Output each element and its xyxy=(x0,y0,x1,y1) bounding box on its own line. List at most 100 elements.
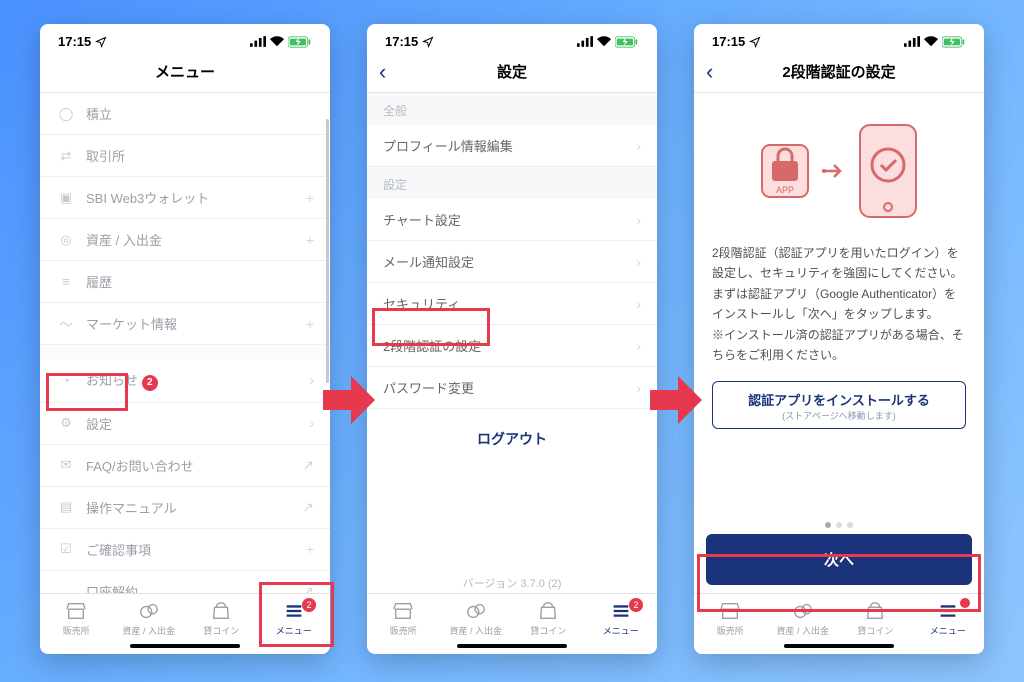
tab-sales[interactable]: 販売所 xyxy=(694,600,767,637)
exchange-icon: ⇄ xyxy=(56,148,76,164)
settings-security[interactable]: セキュリティ› xyxy=(367,283,657,325)
tab-assets[interactable]: 資産 / 入出金 xyxy=(767,600,840,637)
screen-2fa-setup: 17:15 ‹ 2段階認証の設定 APP 2段階認証（認証アプリを用いたログイン… xyxy=(694,24,984,654)
coins-icon: ◎ xyxy=(56,232,76,248)
title-bar: ‹ 2段階認証の設定 xyxy=(694,53,984,93)
status-bar: 17:15 xyxy=(367,24,657,53)
status-time: 17:15 xyxy=(712,34,745,49)
menu-list: ◯積立 ⇄取引所 ▣SBI Web3ウォレット+ ◎資産 / 入出金+ ≡履歴 … xyxy=(40,93,330,593)
tab-menu[interactable]: 2メニュー xyxy=(585,600,658,637)
tab-menu[interactable]: メニュー xyxy=(912,600,985,637)
location-icon xyxy=(422,36,434,48)
notice-badge: 2 xyxy=(142,375,158,391)
menu-item-manual[interactable]: ▤操作マニュアル↗ xyxy=(40,487,330,529)
list-icon: ≡ xyxy=(56,274,76,289)
bag-icon xyxy=(537,600,559,622)
signal-icon xyxy=(250,36,266,47)
home-indicator[interactable] xyxy=(130,644,240,648)
settings-profile[interactable]: プロフィール情報編集› xyxy=(367,125,657,167)
menu-item-history[interactable]: ≡履歴 xyxy=(40,261,330,303)
tab-assets[interactable]: 資産 / 入出金 xyxy=(113,600,186,637)
menu-item-close-account[interactable]: 口座解約↗ xyxy=(40,571,330,594)
menu-item-exchange[interactable]: ⇄取引所 xyxy=(40,135,330,177)
wifi-icon xyxy=(923,36,939,47)
back-button[interactable]: ‹ xyxy=(379,61,386,83)
bag-icon xyxy=(864,600,886,622)
tab-sales[interactable]: 販売所 xyxy=(367,600,440,637)
app-lock-icon: APP xyxy=(758,141,812,201)
status-time: 17:15 xyxy=(58,34,91,49)
menu-icon xyxy=(937,600,959,622)
coins-icon xyxy=(138,600,160,622)
flow-arrow-2 xyxy=(645,370,705,430)
tab-lending[interactable]: 貸コイン xyxy=(512,600,585,637)
bell-icon: ◔ xyxy=(56,373,76,388)
svg-text:APP: APP xyxy=(776,185,794,195)
battery-icon xyxy=(942,36,966,48)
chart-icon: 〜 xyxy=(56,314,76,333)
install-app-button[interactable]: 認証アプリをインストールする (ストアページへ移動します) xyxy=(712,381,966,429)
mail-icon: ✉ xyxy=(56,457,76,473)
tab-lending[interactable]: 貸コイン xyxy=(839,600,912,637)
signal-icon xyxy=(904,36,920,47)
tabbar: 販売所 資産 / 入出金 貸コイン メニュー xyxy=(694,593,984,640)
menu-item-faq[interactable]: ✉FAQ/お問い合わせ↗ xyxy=(40,445,330,487)
page-title: メニュー xyxy=(155,61,215,82)
screen-menu: 17:15 メニュー ◯積立 ⇄取引所 ▣SBI Web3ウォレット+ ◎資産 … xyxy=(40,24,330,654)
tab-sales[interactable]: 販売所 xyxy=(40,600,113,637)
wifi-icon xyxy=(269,36,285,47)
settings-mail[interactable]: メール通知設定› xyxy=(367,241,657,283)
page-title: 設定 xyxy=(497,61,527,82)
tab-menu[interactable]: 2メニュー xyxy=(258,600,331,637)
screen-settings: 17:15 ‹ 設定 全般 プロフィール情報編集› 設定 チャート設定› メール… xyxy=(367,24,657,654)
menu-item-market[interactable]: 〜マーケット情報+ xyxy=(40,303,330,345)
tabbar: 販売所 資産 / 入出金 貸コイン 2メニュー xyxy=(40,593,330,640)
settings-password[interactable]: パスワード変更› xyxy=(367,367,657,409)
title-bar: メニュー xyxy=(40,53,330,93)
wifi-icon xyxy=(596,36,612,47)
shop-icon xyxy=(719,600,741,622)
gear-icon: ⚙ xyxy=(56,415,76,431)
menu-item-assets[interactable]: ◎資産 / 入出金+ xyxy=(40,219,330,261)
settings-chart[interactable]: チャート設定› xyxy=(367,199,657,241)
signal-icon xyxy=(577,36,593,47)
status-bar: 17:15 xyxy=(40,24,330,53)
tabbar: 販売所 資産 / 入出金 貸コイン 2メニュー xyxy=(367,593,657,640)
home-indicator[interactable] xyxy=(457,644,567,648)
menu-item-confirm[interactable]: ☑ご確認事項+ xyxy=(40,529,330,571)
phone-check-icon xyxy=(856,121,920,221)
shop-icon xyxy=(65,600,87,622)
page-title: 2段階認証の設定 xyxy=(782,61,895,82)
scrollbar[interactable] xyxy=(326,119,329,559)
tab-badge xyxy=(960,598,970,608)
tab-assets[interactable]: 資産 / 入出金 xyxy=(440,600,513,637)
menu-item-tsumitate[interactable]: ◯積立 xyxy=(40,93,330,135)
next-button[interactable]: 次へ xyxy=(706,534,972,585)
tab-badge: 2 xyxy=(629,598,643,612)
coins-icon xyxy=(465,600,487,622)
status-right xyxy=(904,36,966,48)
tab-lending[interactable]: 貸コイン xyxy=(185,600,258,637)
back-button[interactable]: ‹ xyxy=(706,61,713,83)
location-icon xyxy=(749,36,761,48)
menu-item-web3[interactable]: ▣SBI Web3ウォレット+ xyxy=(40,177,330,219)
battery-icon xyxy=(288,36,312,48)
status-time: 17:15 xyxy=(385,34,418,49)
coins-icon xyxy=(792,600,814,622)
title-bar: ‹ 設定 xyxy=(367,53,657,93)
settings-2fa[interactable]: 2段階認証の設定› xyxy=(367,325,657,367)
section-settings: 設定 xyxy=(367,167,657,199)
description: 2段階認証（認証アプリを用いたログイン）を設定し、セキュリティを強固にしてくださ… xyxy=(712,243,966,365)
doc-icon: ▤ xyxy=(56,499,76,515)
piggy-icon: ◯ xyxy=(56,106,76,122)
menu-item-settings[interactable]: ⚙設定› xyxy=(40,403,330,445)
check-icon: ☑ xyxy=(56,541,76,557)
wallet-icon: ▣ xyxy=(56,190,76,206)
logout-button[interactable]: ログアウト xyxy=(367,409,657,469)
menu-item-notice[interactable]: ◔お知らせ2› xyxy=(40,359,330,403)
home-indicator[interactable] xyxy=(784,644,894,648)
status-right xyxy=(577,36,639,48)
settings-list: 全般 プロフィール情報編集› 設定 チャート設定› メール通知設定› セキュリテ… xyxy=(367,93,657,569)
content: APP 2段階認証（認証アプリを用いたログイン）を設定し、セキュリティを強固にし… xyxy=(694,93,984,512)
status-bar: 17:15 xyxy=(694,24,984,53)
